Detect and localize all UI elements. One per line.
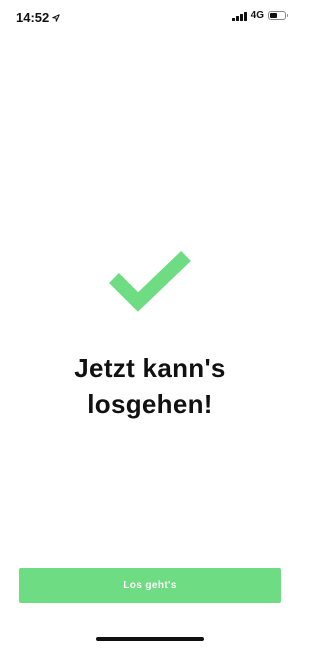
status-indicators: 4G xyxy=(232,10,288,21)
battery-icon xyxy=(268,11,288,20)
checkmark-icon xyxy=(109,250,191,312)
cellular-signal-icon xyxy=(232,11,247,21)
page-title: Jetzt kann's losgehen! xyxy=(0,350,300,422)
location-arrow-icon xyxy=(52,13,60,22)
status-time: 14:52 xyxy=(16,10,50,25)
los-gehts-button[interactable]: Los geht's xyxy=(19,568,281,603)
network-type: 4G xyxy=(250,10,264,21)
home-indicator xyxy=(96,637,204,641)
status-bar: 14:52 4G xyxy=(0,0,300,34)
battery-level xyxy=(270,13,277,18)
headline-line-1: Jetzt kann's xyxy=(74,353,226,383)
status-time-group: 14:52 xyxy=(16,10,60,25)
headline-line-2: losgehen! xyxy=(87,389,213,419)
